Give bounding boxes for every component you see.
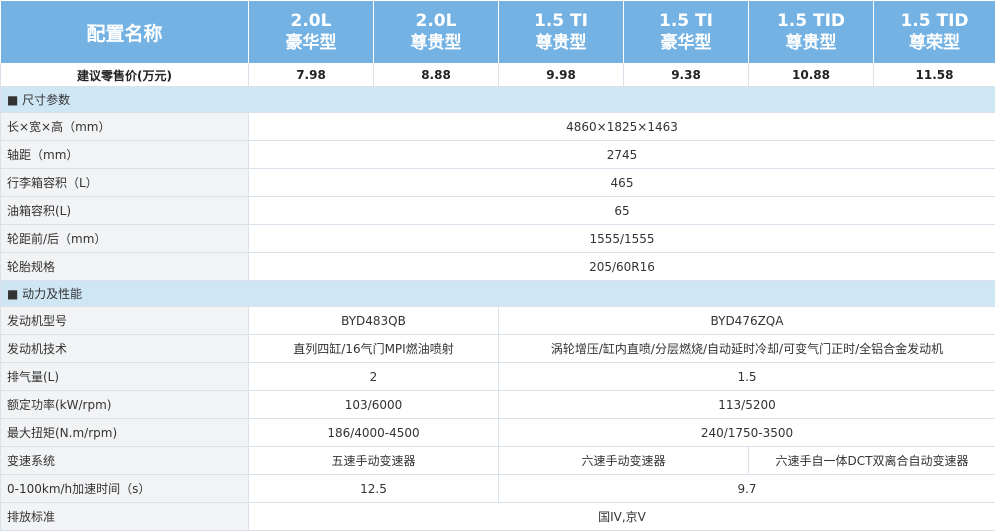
row-value-1.5t: 240/1750-3500 [498, 418, 995, 447]
row-value-2.0l: 2 [248, 362, 499, 391]
row-label: 行李箱容积（L） [0, 168, 249, 197]
row-value-1.5t: 9.7 [498, 474, 995, 503]
table-row: 长×宽×高（mm） 4860×1825×1463 [0, 112, 995, 141]
model-header-1.5tid-prestige: 1.5 TID 尊荣型 [873, 0, 995, 64]
model-header-1.5ti-premium: 1.5 TI 尊贵型 [498, 0, 624, 64]
price-label: 建议零售价(万元) [0, 63, 249, 87]
row-label: 排气量(L) [0, 362, 249, 391]
section-title: ■ 尺寸参数 [0, 86, 995, 113]
row-label: 变速系统 [0, 446, 249, 475]
price-value: 7.98 [248, 63, 374, 87]
row-label: 长×宽×高（mm） [0, 112, 249, 141]
row-value-1.5ti: 六速手动变速器 [498, 446, 749, 475]
table-row: 轮胎规格 205/60R16 [0, 252, 995, 281]
header-row: 配置名称 2.0L 豪华型 2.0L 尊贵型 1.5 TI 尊贵型 1.5 TI 豪华型… [0, 0, 995, 64]
row-value: 国IV,京V [248, 502, 995, 531]
row-value: 205/60R16 [248, 252, 995, 281]
model-header-2.0l-premium: 2.0L 尊贵型 [373, 0, 499, 64]
row-value: 4860×1825×1463 [248, 112, 995, 141]
section-title: ■ 动力及性能 [0, 280, 995, 307]
row-label: 轮胎规格 [0, 252, 249, 281]
row-value-1.5t: BYD476ZQA [498, 306, 995, 335]
model-header-1.5ti-luxury: 1.5 TI 豪华型 [623, 0, 749, 64]
row-value: 465 [248, 168, 995, 197]
price-row: 建议零售价(万元) 7.98 8.88 9.98 9.38 10.88 11.5… [0, 63, 995, 87]
row-label: 油箱容积(L) [0, 196, 249, 225]
row-value-2.0l: 五速手动变速器 [248, 446, 499, 475]
row-label: 发动机型号 [0, 306, 249, 335]
row-value-2.0l: 186/4000-4500 [248, 418, 499, 447]
table-row: 轮距前/后（mm） 1555/1555 [0, 224, 995, 253]
price-value: 11.58 [873, 63, 995, 87]
price-value: 8.88 [373, 63, 499, 87]
table-row: 额定功率(kW/rpm) 103/6000 113/5200 [0, 390, 995, 419]
table-row: 轴距（mm） 2745 [0, 140, 995, 169]
row-label: 轴距（mm） [0, 140, 249, 169]
row-value-2.0l: BYD483QB [248, 306, 499, 335]
table-row: 行李箱容积（L） 465 [0, 168, 995, 197]
row-label: 额定功率(kW/rpm) [0, 390, 249, 419]
row-value: 1555/1555 [248, 224, 995, 253]
row-value-1.5tid: 六速手自一体DCT双离合自动变速器 [748, 446, 995, 475]
row-label: 排放标准 [0, 502, 249, 531]
spec-table: 配置名称 2.0L 豪华型 2.0L 尊贵型 1.5 TI 尊贵型 1.5 TI 豪华型… [0, 0, 995, 531]
row-value: 2745 [248, 140, 995, 169]
row-label: 最大扭矩(N.m/rpm) [0, 418, 249, 447]
model-header-1.5tid-premium: 1.5 TID 尊贵型 [748, 0, 874, 64]
row-label: 发动机技术 [0, 334, 249, 363]
price-value: 9.98 [498, 63, 624, 87]
section-header-powertrain: ■ 动力及性能 [0, 280, 995, 307]
model-header-2.0l-luxury: 2.0L 豪华型 [248, 0, 374, 64]
table-row: 发动机型号 BYD483QB BYD476ZQA [0, 306, 995, 335]
table-row: 发动机技术 直列四缸/16气门MPI燃油喷射 涡轮增压/缸内直喷/分层燃烧/自动… [0, 334, 995, 363]
section-header-dimensions: ■ 尺寸参数 [0, 86, 995, 113]
row-value-2.0l: 103/6000 [248, 390, 499, 419]
table-row: 变速系统 五速手动变速器 六速手动变速器 六速手自一体DCT双离合自动变速器 [0, 446, 995, 475]
row-value: 65 [248, 196, 995, 225]
table-row: 排放标准 国IV,京V [0, 502, 995, 531]
row-value-1.5t: 涡轮增压/缸内直喷/分层燃烧/自动延时冷却/可变气门正时/全铝合金发动机 [498, 334, 995, 363]
row-value-1.5t: 113/5200 [498, 390, 995, 419]
price-value: 9.38 [623, 63, 749, 87]
row-label: 轮距前/后（mm） [0, 224, 249, 253]
row-value-1.5t: 1.5 [498, 362, 995, 391]
table-row: 排气量(L) 2 1.5 [0, 362, 995, 391]
price-value: 10.88 [748, 63, 874, 87]
table-row: 油箱容积(L) 65 [0, 196, 995, 225]
table-row: 0-100km/h加速时间（s） 12.5 9.7 [0, 474, 995, 503]
row-value-2.0l: 12.5 [248, 474, 499, 503]
header-label: 配置名称 [0, 0, 249, 64]
row-value-2.0l: 直列四缸/16气门MPI燃油喷射 [248, 334, 499, 363]
row-label: 0-100km/h加速时间（s） [0, 474, 249, 503]
table-row: 最大扭矩(N.m/rpm) 186/4000-4500 240/1750-350… [0, 418, 995, 447]
